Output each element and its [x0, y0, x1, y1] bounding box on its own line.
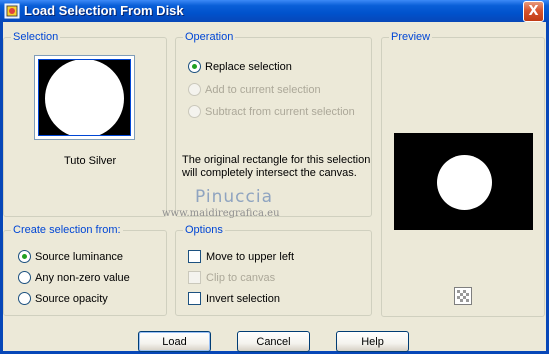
thumbnail-circle [45, 60, 124, 135]
radio-indicator [188, 83, 201, 96]
source-luminance-radio[interactable]: Source luminance [18, 250, 123, 263]
move-to-upper-left-label: Move to upper left [206, 250, 295, 263]
preview-canvas [394, 133, 533, 230]
help-button[interactable]: Help [336, 331, 409, 352]
invert-selection-checkbox[interactable]: Invert selection [188, 292, 280, 305]
options-group-label: Options [183, 224, 225, 237]
radio-indicator [18, 250, 31, 263]
load-button[interactable]: Load [138, 331, 211, 352]
radio-indicator [18, 271, 31, 284]
replace-selection-radio[interactable]: Replace selection [188, 60, 292, 73]
checkerboard-icon[interactable] [454, 287, 472, 305]
help-button-label: Help [361, 335, 384, 348]
source-luminance-label: Source luminance [35, 250, 124, 263]
add-to-selection-label: Add to current selection [205, 83, 321, 96]
radio-indicator [18, 292, 31, 305]
radio-indicator [188, 60, 201, 73]
invert-selection-label: Invert selection [206, 292, 280, 305]
watermark-name: Pinuccia [195, 187, 273, 207]
preview-group-label: Preview [389, 31, 433, 44]
selection-group-label: Selection [11, 31, 61, 44]
selection-file-name: Tuto Silver [64, 155, 117, 167]
any-nonzero-radio[interactable]: Any non-zero value [18, 271, 130, 284]
replace-selection-label: Replace selection [205, 60, 292, 73]
subtract-from-selection-radio: Subtract from current selection [188, 105, 355, 118]
move-to-upper-left-checkbox[interactable]: Move to upper left [188, 250, 294, 263]
close-icon: X [528, 4, 539, 19]
load-button-label: Load [162, 335, 187, 348]
operation-info-text: The original rectangle for this selectio… [182, 154, 370, 180]
close-button[interactable]: X [523, 1, 544, 22]
window-title: Load Selection From Disk [24, 3, 184, 18]
source-opacity-radio[interactable]: Source opacity [18, 292, 108, 305]
checkbox-indicator [188, 292, 201, 305]
cancel-button[interactable]: Cancel [237, 331, 310, 352]
add-to-selection-radio: Add to current selection [188, 83, 321, 96]
selection-thumbnail[interactable] [34, 55, 135, 140]
any-nonzero-label: Any non-zero value [35, 271, 130, 284]
operation-info-line-2: will completely intersect the canvas. [182, 167, 357, 179]
operation-info-line-1: The original rectangle for this selectio… [182, 154, 371, 166]
create-from-group-label: Create selection from: [11, 224, 123, 237]
checkbox-indicator [188, 271, 201, 284]
source-opacity-label: Source opacity [35, 292, 108, 305]
checkbox-indicator [188, 250, 201, 263]
clip-to-canvas-label: Clip to canvas [206, 271, 276, 284]
radio-indicator [188, 105, 201, 118]
operation-group-label: Operation [183, 31, 236, 44]
preview-circle [437, 155, 492, 210]
subtract-from-selection-label: Subtract from current selection [205, 105, 355, 118]
clip-to-canvas-checkbox: Clip to canvas [188, 271, 275, 284]
title-bar: Load Selection From Disk X [0, 0, 549, 22]
cancel-button-label: Cancel [256, 335, 291, 348]
app-icon [4, 3, 20, 19]
watermark-url: www.maidiregrafica.eu [162, 208, 280, 219]
